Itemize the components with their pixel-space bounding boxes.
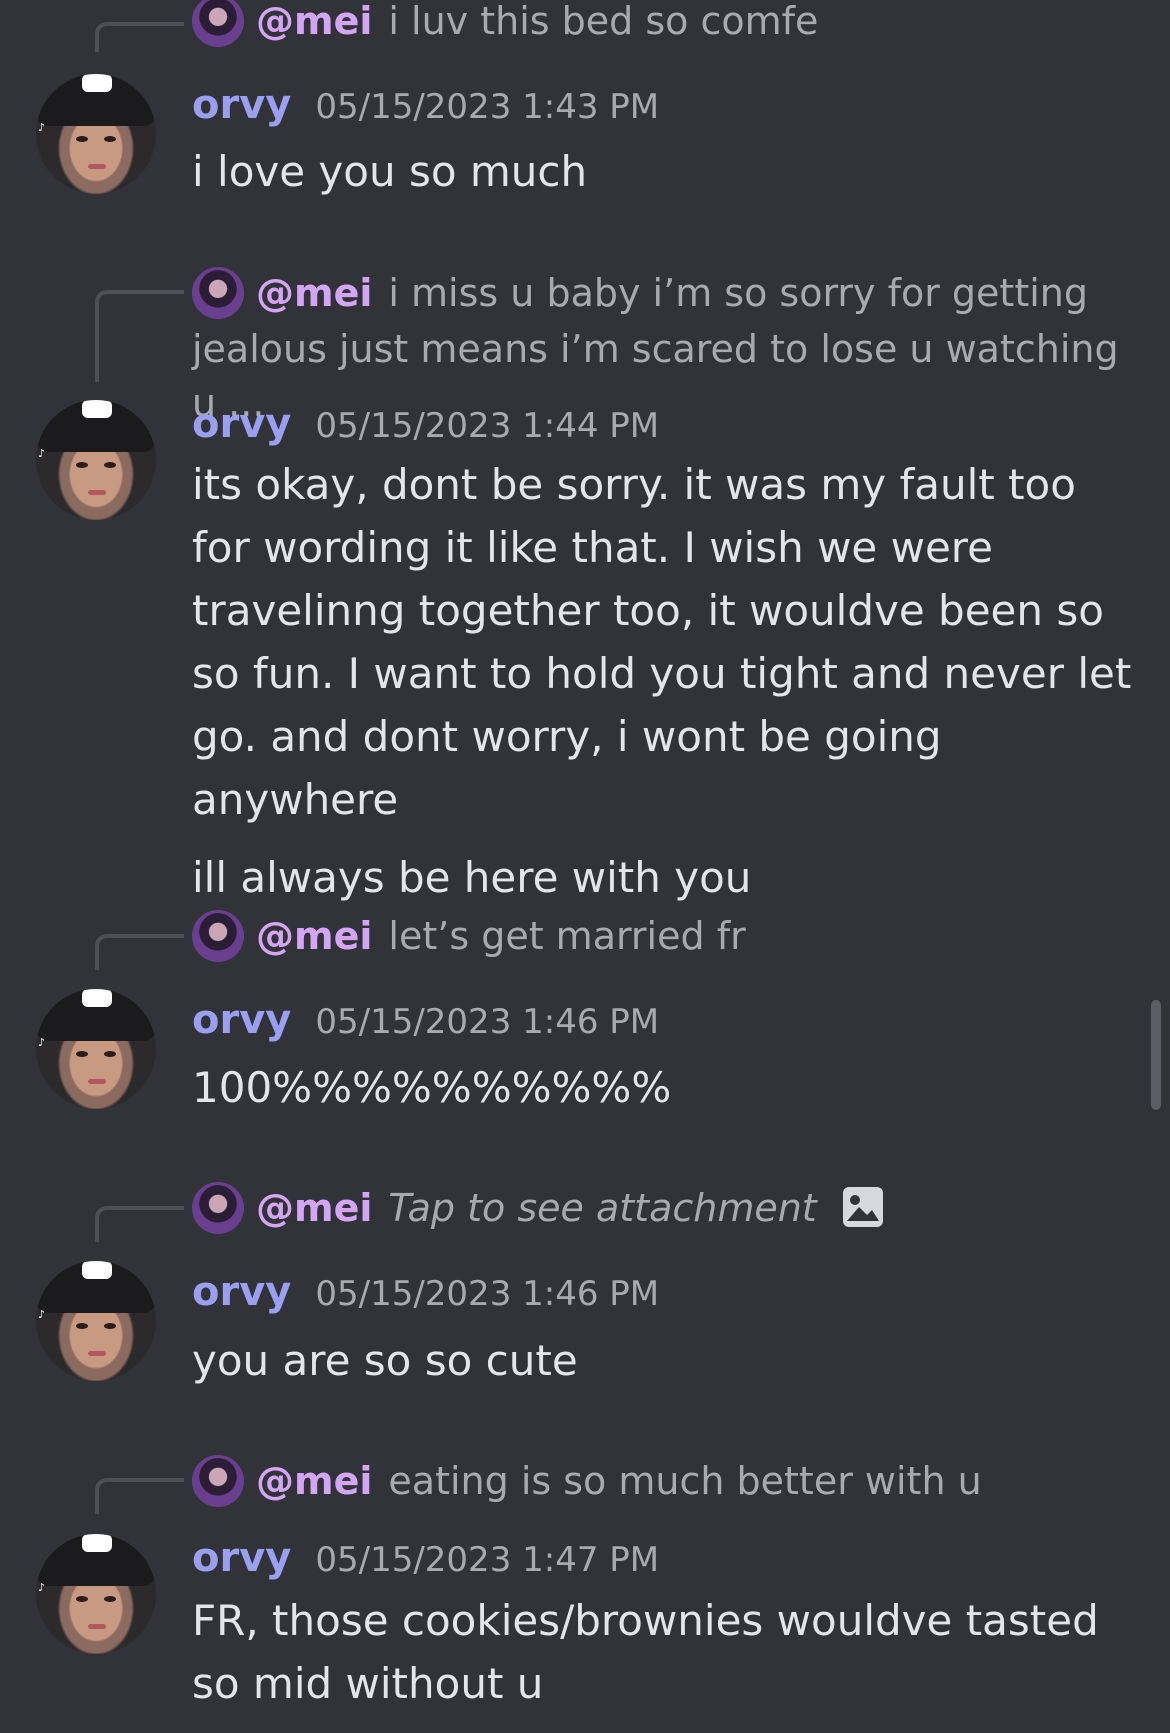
message-header: orvy 05/15/2023 1:44 PM xyxy=(192,399,659,449)
message-content: i love you so much xyxy=(192,140,1132,203)
message-text: 100%%%%%%%%%% xyxy=(192,1063,672,1112)
message-header: orvy 05/15/2023 1:46 PM xyxy=(192,1267,659,1317)
reply-mention[interactable]: @mei xyxy=(256,0,372,43)
scrollbar[interactable] xyxy=(1151,1000,1161,1110)
reply-connector xyxy=(95,22,184,52)
reply-mention[interactable]: @mei xyxy=(256,1186,372,1230)
message-content: you are so so cute xyxy=(192,1329,1132,1392)
message-header: orvy 05/15/2023 1:46 PM xyxy=(192,995,659,1045)
avatar[interactable]: ♪ xyxy=(36,74,156,194)
message-content: its okay, dont be sorry. it was my fault… xyxy=(192,453,1132,909)
avatar[interactable]: ♪ xyxy=(36,1534,156,1654)
timestamp: 05/15/2023 1:47 PM xyxy=(315,1540,660,1580)
username[interactable]: orvy xyxy=(192,82,291,128)
message-content: 100%%%%%%%%%% xyxy=(192,1056,1132,1119)
tiktok-icon: ♪ xyxy=(38,1308,46,1321)
reply-preview[interactable]: @mei i luv this bed so comfe xyxy=(192,0,1140,50)
reply-mention[interactable]: @mei xyxy=(256,1459,372,1503)
message-header: orvy 05/15/2023 1:47 PM xyxy=(192,1533,659,1583)
tiktok-icon: ♪ xyxy=(38,1581,46,1594)
avatar[interactable]: ♪ xyxy=(36,400,156,520)
bow-icon xyxy=(82,1534,112,1552)
bow-icon xyxy=(82,1261,112,1279)
image-icon xyxy=(842,1186,883,1227)
reply-text: eating is so much better with u xyxy=(388,1459,982,1503)
reply-connector xyxy=(95,1478,184,1514)
message-text: ill always be here with you xyxy=(192,853,752,902)
bow-icon xyxy=(82,400,112,418)
mei-avatar xyxy=(192,909,244,962)
reply-preview[interactable]: @mei eating is so much better with u xyxy=(192,1454,1140,1510)
reply-mention[interactable]: @mei xyxy=(256,271,372,315)
username[interactable]: orvy xyxy=(192,997,291,1043)
bow-icon xyxy=(82,74,112,92)
timestamp: 05/15/2023 1:46 PM xyxy=(315,1274,660,1314)
reply-text: i luv this bed so comfe xyxy=(388,0,819,43)
bow-icon xyxy=(82,989,112,1007)
tiktok-icon: ♪ xyxy=(38,447,46,460)
message-header: orvy 05/15/2023 1:43 PM xyxy=(192,80,659,130)
mei-avatar xyxy=(192,1181,244,1234)
reply-preview[interactable]: @mei let’s get married fr xyxy=(192,909,1140,965)
message-text: i love you so much xyxy=(192,147,588,196)
tiktok-icon: ♪ xyxy=(38,121,46,134)
message-text: FR, those cookies/brownies wouldve taste… xyxy=(192,1596,1099,1708)
reply-connector xyxy=(95,934,184,970)
message-text: its okay, dont be sorry. it was my fault… xyxy=(192,460,1132,824)
reply-connector xyxy=(95,290,184,382)
username[interactable]: orvy xyxy=(192,1269,291,1315)
reply-text: let’s get married fr xyxy=(388,914,746,958)
username[interactable]: orvy xyxy=(192,401,291,447)
tiktok-icon: ♪ xyxy=(38,1036,46,1049)
message-text: you are so so cute xyxy=(192,1336,578,1385)
avatar[interactable]: ♪ xyxy=(36,989,156,1109)
message-content: FR, those cookies/brownies wouldve taste… xyxy=(192,1589,1132,1715)
timestamp: 05/15/2023 1:46 PM xyxy=(315,1002,660,1042)
avatar[interactable]: ♪ xyxy=(36,1261,156,1381)
timestamp: 05/15/2023 1:44 PM xyxy=(315,406,660,446)
attachment-link[interactable]: Tap to see attachment xyxy=(388,1186,816,1230)
timestamp: 05/15/2023 1:43 PM xyxy=(315,87,660,127)
mei-avatar xyxy=(192,1454,244,1507)
reply-connector xyxy=(95,1206,184,1242)
username[interactable]: orvy xyxy=(192,1535,291,1581)
reply-mention[interactable]: @mei xyxy=(256,914,372,958)
reply-preview[interactable]: @mei Tap to see attachment xyxy=(192,1181,1140,1237)
mei-avatar xyxy=(192,266,244,319)
mei-avatar xyxy=(192,0,244,47)
